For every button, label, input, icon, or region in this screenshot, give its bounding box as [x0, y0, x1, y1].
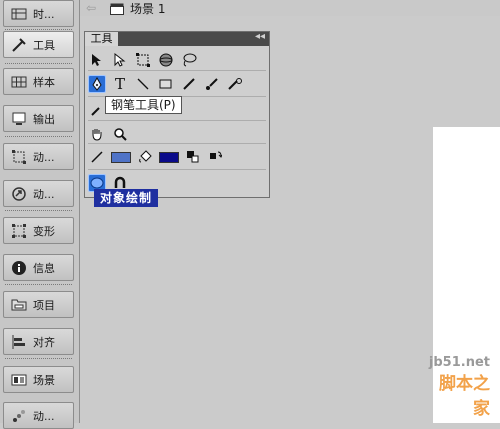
row-divider [88, 169, 266, 170]
collapse-icon[interactable]: ◂◂ [255, 31, 265, 42]
tool-row [88, 99, 106, 121]
stroke-color-icon[interactable] [88, 148, 106, 166]
dock-motion-editor-button[interactable]: 动... [3, 143, 74, 170]
output-icon [12, 112, 26, 125]
dock-motion-presets-button[interactable]: 动... [3, 180, 74, 207]
dock-item-label: 样本 [33, 75, 55, 89]
dock-divider [5, 63, 72, 64]
tools-icon [12, 37, 26, 52]
pen-tool-icon[interactable] [88, 75, 106, 93]
back-arrow-icon[interactable]: ⇦ [86, 1, 96, 15]
dock-item-label: 输出 [33, 112, 55, 126]
dock-transform-button[interactable]: 变形 [3, 217, 74, 244]
fill-color-swatch[interactable] [159, 151, 179, 163]
dock-divider [5, 29, 72, 30]
deco-tool-icon[interactable] [226, 75, 244, 93]
dock-output-button[interactable]: 输出 [3, 105, 74, 132]
panel-header[interactable]: 工具 ◂◂ [85, 31, 269, 46]
dock-item-label: 对齐 [33, 335, 55, 349]
watermark-name: 脚本之家 [439, 374, 490, 419]
dock-item-label: 信息 [33, 261, 55, 275]
dock-item-label: 时... [33, 7, 55, 21]
info-icon [12, 260, 26, 275]
dock-item-label: 场景 [33, 373, 55, 387]
hand-tool-icon[interactable] [88, 125, 106, 143]
transform-icon [12, 223, 26, 238]
lasso-tool-icon[interactable] [180, 51, 198, 69]
clapperboard-icon [110, 3, 124, 15]
zoom-tool-icon[interactable] [111, 125, 129, 143]
library-icon [11, 299, 27, 310]
dock-item-label: 动... [33, 187, 55, 201]
panel-tab-tools[interactable]: 工具 [85, 32, 118, 46]
line-tool-icon[interactable] [134, 75, 152, 93]
tool-row [88, 123, 129, 145]
swatches-icon [11, 76, 27, 87]
dock-item-label: 动... [33, 409, 55, 423]
tool-row [88, 49, 198, 71]
row-divider [88, 70, 266, 71]
dock-divider [5, 284, 72, 285]
dock-swatches-button[interactable]: 样本 [3, 68, 74, 95]
tool-row: T [88, 73, 244, 95]
breadcrumb[interactable]: 场景 1 [110, 0, 165, 17]
dock-item-label: 项目 [33, 298, 55, 312]
stroke-color-swatch[interactable] [111, 151, 131, 163]
timeline-icon [11, 8, 27, 19]
align-icon [12, 334, 25, 349]
dock-library-button[interactable]: 项目 [3, 291, 74, 318]
brush-tool-icon[interactable] [203, 75, 221, 93]
stage-canvas[interactable]: jb51.net 脚本之家 [429, 127, 500, 423]
3d-rotation-tool-icon[interactable] [157, 51, 175, 69]
dock-item-label: 工具 [33, 38, 55, 52]
row-divider [88, 143, 266, 144]
dock-item-label: 变形 [33, 224, 55, 238]
left-dock: 时... 工具 样本 输出 动... 动... 变形 信息 项目 对齐 场景 动… [0, 0, 80, 429]
dock-tools-button[interactable]: 工具 [3, 31, 74, 58]
watermark: jb51.net 脚本之家 [429, 355, 490, 419]
object-drawing-label: 对象绘制 [94, 189, 159, 207]
default-colors-icon[interactable] [184, 148, 202, 166]
dock-motion-button[interactable]: 动... [3, 402, 74, 429]
row-divider [88, 120, 266, 121]
dock-divider [5, 136, 72, 137]
motion-editor-icon [12, 149, 26, 164]
motion-presets-icon [12, 186, 26, 201]
paint-bucket-icon[interactable] [136, 148, 154, 166]
subselection-tool-icon[interactable] [111, 51, 129, 69]
dock-divider [5, 210, 72, 211]
bone-tool-icon[interactable] [88, 101, 106, 119]
tools-panel: 工具 ◂◂ T [84, 31, 270, 198]
free-transform-tool-icon[interactable] [134, 51, 152, 69]
color-row [88, 146, 225, 168]
selection-tool-icon[interactable] [88, 51, 106, 69]
pen-tool-tooltip: 钢笔工具(P) [105, 96, 182, 114]
dock-timeline-button[interactable]: 时... [3, 0, 74, 27]
pencil-tool-icon[interactable] [180, 75, 198, 93]
scene-label: 场景 1 [130, 2, 166, 16]
scene-icon [11, 374, 27, 385]
watermark-url: jb51.net [428, 355, 490, 370]
dock-info-button[interactable]: 信息 [3, 254, 74, 281]
dock-align-button[interactable]: 对齐 [3, 328, 74, 355]
rectangle-tool-icon[interactable] [157, 75, 175, 93]
swap-colors-icon[interactable] [207, 148, 225, 166]
dock-scene-button[interactable]: 场景 [3, 366, 74, 393]
motion-icon [13, 409, 25, 422]
dock-divider [5, 358, 72, 359]
dock-item-label: 动... [33, 150, 55, 164]
text-tool-icon[interactable]: T [111, 75, 129, 93]
